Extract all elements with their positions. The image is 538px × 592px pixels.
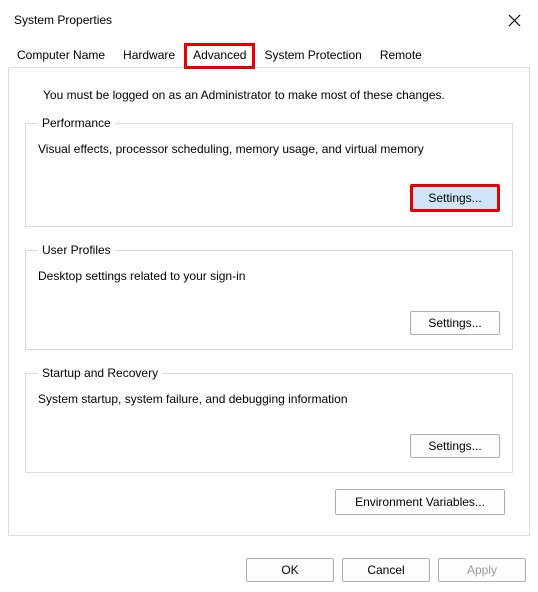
- admin-note: You must be logged on as an Administrato…: [43, 88, 509, 102]
- group-startup-recovery-desc: System startup, system failure, and debu…: [38, 392, 500, 406]
- environment-variables-button[interactable]: Environment Variables...: [335, 489, 505, 515]
- tab-content: You must be logged on as an Administrato…: [8, 68, 530, 536]
- tab-computer-name[interactable]: Computer Name: [8, 43, 114, 69]
- group-user-profiles-desc: Desktop settings related to your sign-in: [38, 269, 500, 283]
- title-bar: System Properties: [0, 0, 538, 38]
- performance-settings-button[interactable]: Settings...: [410, 184, 500, 212]
- dialog-footer: OK Cancel Apply: [0, 544, 538, 592]
- group-performance: Performance Visual effects, processor sc…: [25, 116, 513, 227]
- group-user-profiles: User Profiles Desktop settings related t…: [25, 243, 513, 350]
- cancel-button[interactable]: Cancel: [342, 558, 430, 582]
- startup-recovery-settings-button[interactable]: Settings...: [410, 434, 500, 458]
- close-button[interactable]: [500, 6, 528, 34]
- group-performance-legend: Performance: [38, 116, 115, 130]
- tab-system-protection[interactable]: System Protection: [255, 43, 370, 69]
- tab-remote[interactable]: Remote: [371, 43, 431, 69]
- group-startup-recovery-legend: Startup and Recovery: [38, 366, 162, 380]
- group-startup-recovery: Startup and Recovery System startup, sys…: [25, 366, 513, 473]
- window-title: System Properties: [14, 13, 112, 27]
- tab-strip: Computer Name Hardware Advanced System P…: [0, 42, 538, 68]
- apply-button[interactable]: Apply: [438, 558, 526, 582]
- close-icon: [508, 14, 521, 27]
- group-performance-desc: Visual effects, processor scheduling, me…: [38, 142, 500, 156]
- tab-advanced[interactable]: Advanced: [184, 43, 255, 69]
- group-user-profiles-legend: User Profiles: [38, 243, 115, 257]
- tab-hardware[interactable]: Hardware: [114, 43, 184, 69]
- ok-button[interactable]: OK: [246, 558, 334, 582]
- user-profiles-settings-button[interactable]: Settings...: [410, 311, 500, 335]
